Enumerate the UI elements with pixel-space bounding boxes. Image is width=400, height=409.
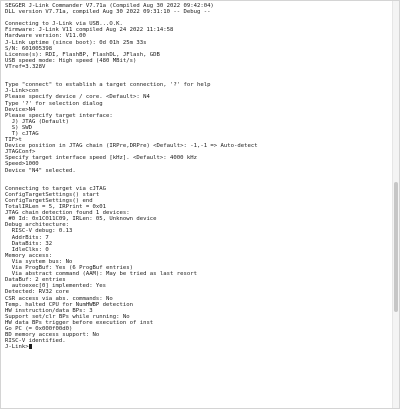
text-cursor — [28, 344, 32, 350]
scrollbar-thumb[interactable] — [394, 182, 398, 312]
console-window[interactable]: SEGGER J-Link Commander V7.71a (Compiled… — [0, 0, 400, 409]
command-prompt[interactable]: J-Link> — [5, 344, 389, 350]
vertical-scrollbar[interactable] — [392, 1, 399, 408]
console-output[interactable]: SEGGER J-Link Commander V7.71a (Compiled… — [5, 3, 389, 408]
prompt-text: J-Link> — [5, 344, 29, 351]
